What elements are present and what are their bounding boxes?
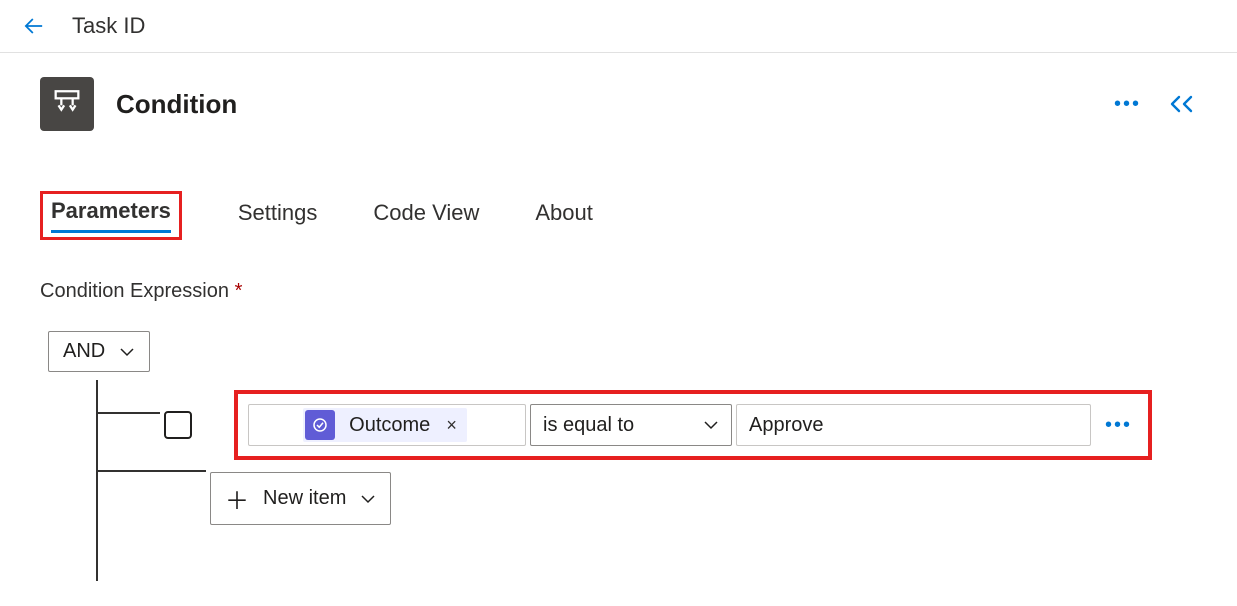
highlight-box-row: Outcome × is equal to Approve ••• (234, 390, 1152, 460)
logic-operator-label: AND (63, 340, 105, 363)
new-item-button[interactable]: ＋ New item (210, 472, 391, 525)
token-label: Outcome (349, 414, 430, 437)
header-more-icon[interactable]: ••• (1114, 93, 1141, 116)
token-badge-icon (305, 410, 335, 440)
token-remove-icon[interactable]: × (446, 415, 457, 436)
tab-parameters[interactable]: Parameters (51, 198, 171, 233)
condition-value-input[interactable]: Approve (736, 404, 1091, 446)
expression-label: Condition Expression * (0, 240, 1237, 303)
condition-left-operand[interactable]: Outcome × (248, 404, 526, 446)
logic-operator-select[interactable]: AND (48, 331, 150, 372)
chevron-down-icon (360, 494, 376, 504)
row-checkbox[interactable] (164, 411, 192, 439)
chevron-down-icon (703, 420, 719, 430)
condition-operator-select[interactable]: is equal to (530, 404, 732, 446)
condition-icon (40, 77, 94, 131)
condition-title: Condition (116, 89, 1114, 120)
tab-about[interactable]: About (535, 200, 593, 232)
value-text: Approve (749, 414, 824, 437)
page-title: Task ID (72, 13, 145, 39)
tree-line-h2 (96, 470, 206, 472)
expression-label-text: Condition Expression (40, 280, 229, 302)
tab-settings[interactable]: Settings (238, 200, 318, 232)
tab-codeview[interactable]: Code View (373, 200, 479, 232)
back-arrow-icon[interactable] (20, 12, 48, 40)
new-item-label: New item (263, 487, 346, 510)
row-more-icon[interactable]: ••• (1099, 414, 1138, 437)
collapse-chevrons-icon[interactable] (1167, 93, 1197, 115)
plus-icon: ＋ (225, 481, 249, 516)
chevron-down-icon (119, 347, 135, 357)
required-star: * (235, 280, 243, 302)
highlight-box-tabs: Parameters (40, 191, 182, 240)
operator-label: is equal to (543, 414, 634, 437)
